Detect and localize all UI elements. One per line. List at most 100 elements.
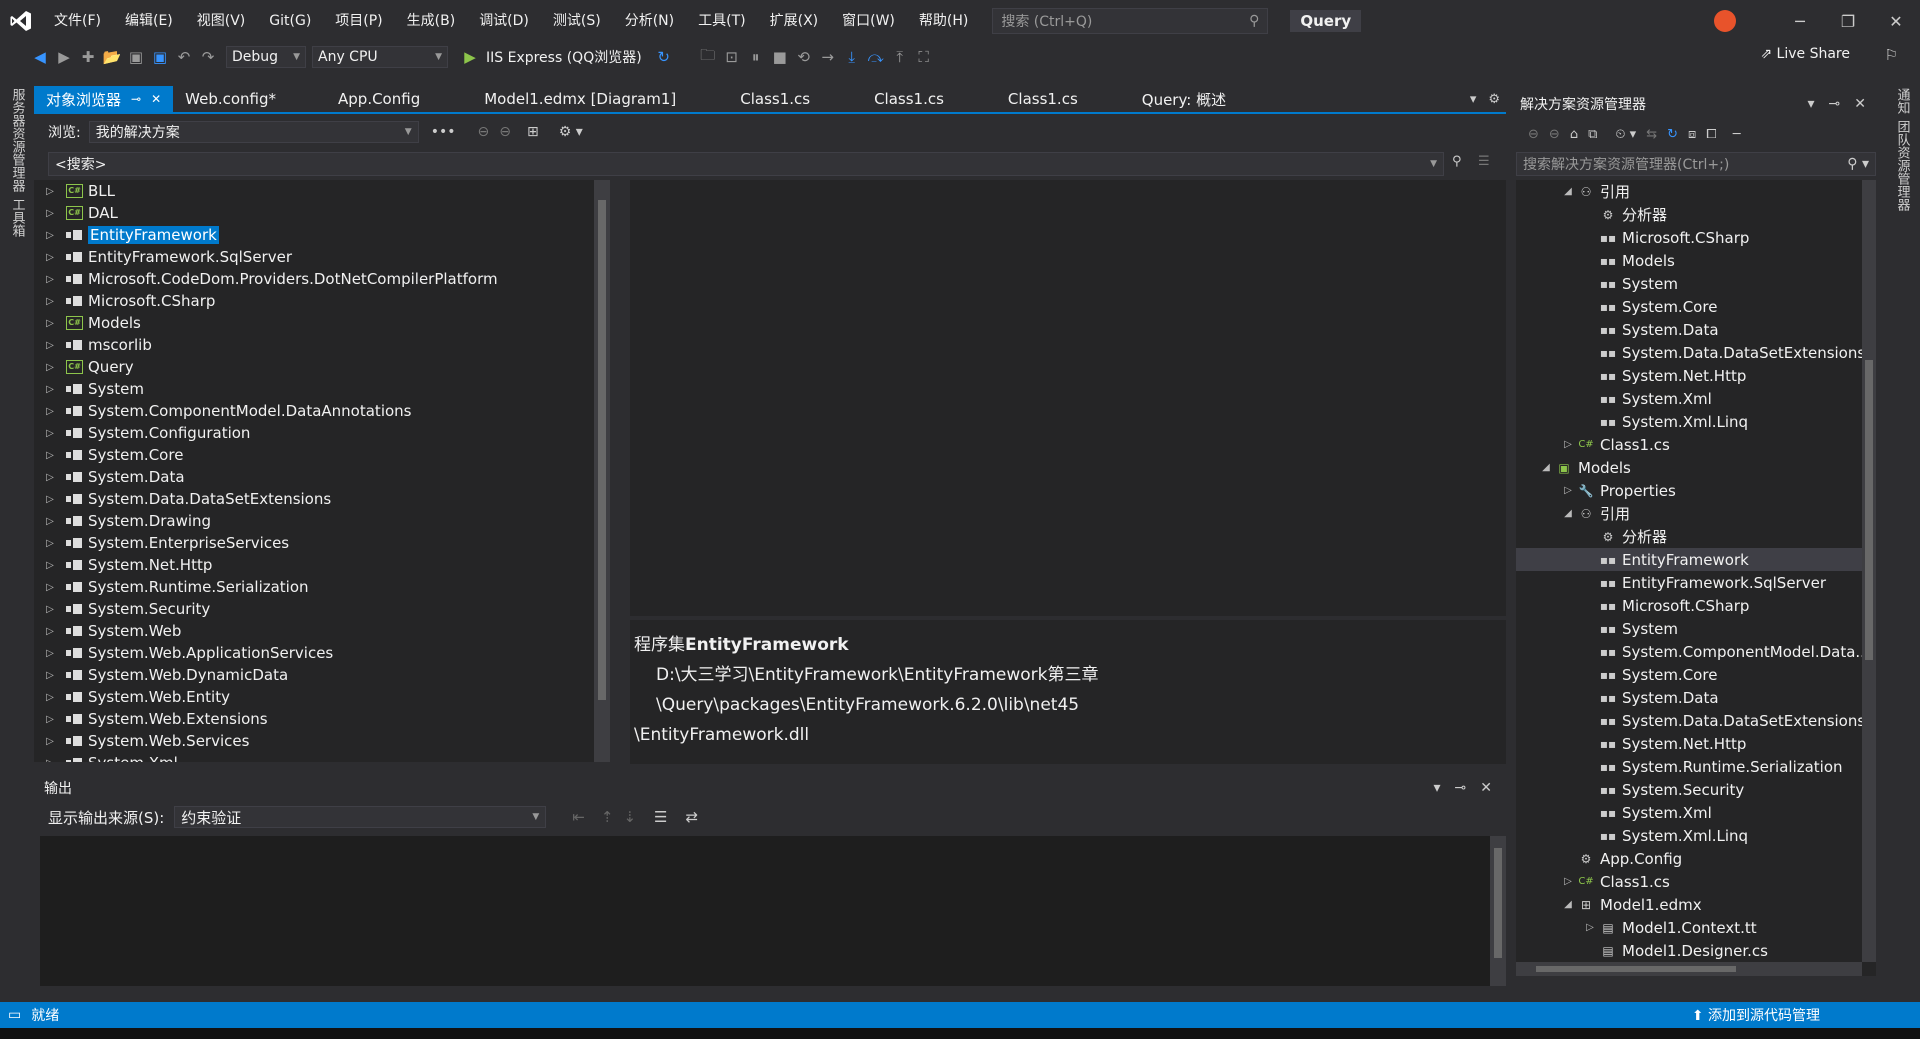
expand-icon[interactable]: ▷ <box>42 450 58 461</box>
tree-item[interactable]: ▷ Microsoft.CSharp <box>34 290 610 312</box>
expand-icon[interactable]: ▷ <box>42 296 58 307</box>
show-next-statement-icon[interactable]: → <box>816 48 840 66</box>
tree-item[interactable]: ▷ C# Query <box>34 356 610 378</box>
menu-item[interactable]: 测试(S) <box>541 0 613 42</box>
menu-item[interactable]: 窗口(W) <box>830 0 907 42</box>
solution-item[interactable]: ▪▪ System <box>1516 272 1876 295</box>
expand-icon[interactable]: ▷ <box>1560 485 1576 496</box>
server-explorer-tab[interactable]: 服务器资源管理器 <box>8 88 27 192</box>
solution-scrollbar[interactable] <box>1862 180 1876 962</box>
step-over-icon[interactable]: ⤼ <box>864 48 888 66</box>
expand-icon[interactable]: ▷ <box>1560 439 1576 450</box>
tree-item[interactable]: ▷ System.Security <box>34 598 610 620</box>
tree-item[interactable]: ▷ System.Net.Http <box>34 554 610 576</box>
tree-item[interactable]: ▷ System.Web <box>34 620 610 642</box>
solution-item[interactable]: ▪▪ System.ComponentModel.Data... <box>1516 640 1876 663</box>
expand-icon[interactable]: ▷ <box>42 604 58 615</box>
expand-icon[interactable]: ◢ <box>1560 508 1576 519</box>
step-out-icon[interactable]: ⤒ <box>888 48 912 66</box>
sync-icon[interactable]: ⇆ <box>1646 127 1657 142</box>
tab-object-browser[interactable]: 对象浏览器 ⊸ ✕ <box>34 86 174 112</box>
solution-item[interactable]: ▪▪ System.Core <box>1516 295 1876 318</box>
expand-icon[interactable]: ▷ <box>42 516 58 527</box>
next-message-icon[interactable]: ⇣ <box>623 808 636 826</box>
tree-item[interactable]: ▷ C# DAL <box>34 202 610 224</box>
expand-icon[interactable]: ▷ <box>42 186 58 197</box>
home-icon[interactable]: ⌂ <box>1570 127 1578 142</box>
expand-icon[interactable]: ▷ <box>42 736 58 747</box>
output-h-scrollbar[interactable] <box>40 986 1506 998</box>
expand-icon[interactable]: ▷ <box>42 648 58 659</box>
clear-search-icon[interactable]: ☰ <box>1478 154 1490 169</box>
tree-item[interactable]: ▷ mscorlib <box>34 334 610 356</box>
output-text-area[interactable] <box>40 836 1506 986</box>
expand-icon[interactable]: ▷ <box>42 494 58 505</box>
settings-gear-icon[interactable]: ⚙ ▾ <box>559 124 583 140</box>
solution-item[interactable]: ◢ ⚇ 引用 <box>1516 180 1876 203</box>
prev-message-icon[interactable]: ⇡ <box>601 808 614 826</box>
team-explorer-tab[interactable]: 团队资源管理器 <box>1893 120 1912 211</box>
chevron-down-icon[interactable]: ▾ <box>1808 96 1815 112</box>
tree-item[interactable]: ▷ System.Web.Entity <box>34 686 610 708</box>
restart-icon[interactable]: ⟲ <box>792 48 816 66</box>
expand-icon[interactable]: ▷ <box>42 340 58 351</box>
menu-item[interactable]: 帮助(H) <box>907 0 980 42</box>
tree-item[interactable]: ▷ System.Web.Extensions <box>34 708 610 730</box>
solution-item[interactable]: ▪▪ System.Core <box>1516 663 1876 686</box>
menu-item[interactable]: 视图(V) <box>185 0 258 42</box>
menu-item[interactable]: 扩展(X) <box>758 0 831 42</box>
output-scrollbar[interactable] <box>1490 836 1506 986</box>
screenshot-icon[interactable]: ⊡ <box>720 48 744 66</box>
solution-item[interactable]: ⚙ 分析器 <box>1516 525 1876 548</box>
tree-item[interactable]: ▷ C# BLL <box>34 180 610 202</box>
new-project-icon[interactable]: ✚ <box>76 48 100 66</box>
save-all-icon[interactable]: ▣ <box>148 48 172 66</box>
redo-icon[interactable]: ↷ <box>196 48 220 66</box>
tab-list-chevron-icon[interactable]: ▾ <box>1470 92 1477 107</box>
restore-icon[interactable]: ❐ <box>1824 12 1872 31</box>
tree-item[interactable]: ▷ C# Models <box>34 312 610 334</box>
tree-item[interactable]: ▷ System <box>34 378 610 400</box>
notifications-tab[interactable]: 通知 <box>1893 88 1912 114</box>
forward-icon[interactable]: ⊖ <box>499 124 511 140</box>
tree-item[interactable]: ▷ Microsoft.CodeDom.Providers.DotNetCompi… <box>34 268 610 290</box>
expand-icon[interactable]: ▷ <box>1560 876 1576 887</box>
forward-icon[interactable]: ▶ <box>52 48 76 66</box>
expand-icon[interactable]: ◢ <box>1560 899 1576 910</box>
expand-icon[interactable]: ▷ <box>42 230 58 241</box>
properties-icon[interactable]: ─ <box>1733 127 1741 142</box>
search-input[interactable]: 搜索 (Ctrl+Q) ⚲ <box>992 8 1269 34</box>
solution-tree[interactable]: ◢ ⚇ 引用 ⚙ 分析器 ▪▪ Microsoft.CSharp ▪▪ Models ▪▪ Syst… <box>1516 180 1876 976</box>
tab-app-config[interactable]: App.Config <box>326 86 432 112</box>
close-icon[interactable]: ✕ <box>1854 96 1866 112</box>
minimize-icon[interactable]: ─ <box>1776 12 1824 31</box>
expand-icon[interactable]: ▷ <box>42 560 58 571</box>
open-folder-icon[interactable]: 📂 <box>100 48 124 66</box>
word-wrap-icon[interactable]: ⇄ <box>685 808 698 826</box>
pin-icon[interactable]: ⊸ <box>1455 780 1467 796</box>
pending-changes-icon[interactable]: ⏲ ▾ <box>1615 127 1636 142</box>
solution-item[interactable]: ▪▪ System.Data <box>1516 686 1876 709</box>
chevron-down-icon[interactable]: ▾ <box>1434 780 1441 796</box>
solution-item[interactable]: ⚙ 分析器 <box>1516 203 1876 226</box>
solution-item[interactable]: ◢ ▣ Models <box>1516 456 1876 479</box>
expand-icon[interactable]: ▷ <box>42 428 58 439</box>
show-all-files-icon[interactable]: ⧠ <box>1706 127 1716 142</box>
more-icon[interactable]: ••• <box>431 124 456 140</box>
expand-icon[interactable]: ▷ <box>42 472 58 483</box>
tree-item[interactable]: ▷ EntityFramework.SqlServer <box>34 246 610 268</box>
live-share-button[interactable]: ⇗ Live Share <box>1760 46 1850 62</box>
pin-icon[interactable]: ⊸ <box>131 92 141 106</box>
expand-icon[interactable]: ▷ <box>42 406 58 417</box>
expand-icon[interactable]: ▷ <box>42 208 58 219</box>
expand-icon[interactable]: ◢ <box>1560 186 1576 197</box>
solution-item[interactable]: ▪▪ System <box>1516 617 1876 640</box>
tab-model-diagram[interactable]: Model1.edmx [Diagram1] <box>472 86 688 112</box>
tree-scrollbar[interactable] <box>594 180 610 762</box>
solution-item[interactable]: ▷ C# Class1.cs <box>1516 870 1876 893</box>
search-icon[interactable]: ⚲ <box>1452 154 1462 169</box>
browse-scope-select[interactable]: 我的解决方案 ▼ <box>88 121 419 143</box>
solution-item[interactable]: ▪▪ System.Data.DataSetExtensions <box>1516 341 1876 364</box>
tree-item[interactable]: ▷ EntityFramework <box>34 224 610 246</box>
tree-item[interactable]: ▷ System.Runtime.Serialization <box>34 576 610 598</box>
